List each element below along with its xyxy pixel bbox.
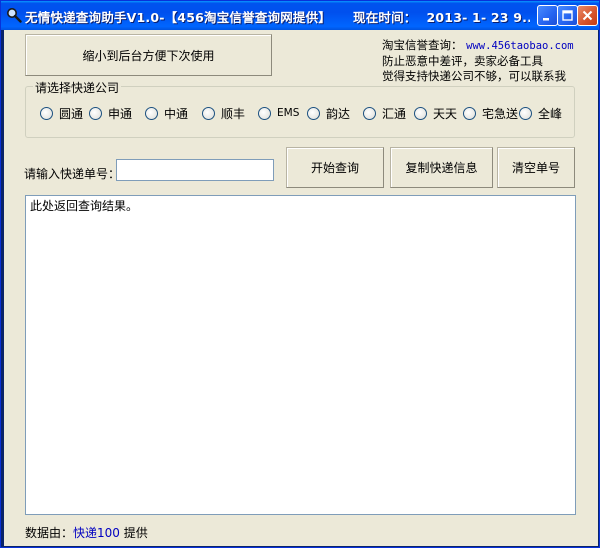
radio-yunda[interactable]: 韵达 [307,105,350,121]
minimize-button[interactable] [537,5,558,26]
promo-line-3: 觉得支持快递公司不够，可以联系我 [382,69,566,83]
radio-huitong[interactable]: 汇通 [363,105,406,121]
radio-button-icon [463,106,476,120]
tracking-number-label: 请输入快递单号： [24,167,121,181]
radio-button-icon [414,106,427,120]
radio-button-icon [258,106,271,120]
radio-yuantong[interactable]: 圆通 [40,105,83,121]
radio-shunfeng[interactable]: 顺丰 [202,105,245,121]
radio-button-icon [40,106,53,120]
clear-number-button[interactable]: 清空单号 [497,147,575,188]
start-query-button[interactable]: 开始查询 [286,147,384,188]
promo-url[interactable]: www.456taobao.com [466,40,573,52]
radio-zhongtong[interactable]: 中通 [145,105,188,121]
close-icon [582,10,593,21]
radio-button-icon [307,106,320,120]
radio-button-icon [519,106,532,120]
radio-button-icon [89,106,102,120]
promo-info: 淘宝信誉查询： www.456taobao.com 防止恶意中差评，卖家必备工具… [382,38,592,84]
window-title: 无情快递查询助手V1.0-【456淘宝信誉查询网提供】 现在时间： 2013- 1-… [25,10,530,25]
app-window: 无情快递查询助手V1.0-【456淘宝信誉查询网提供】 现在时间： 2013- 1-… [0,0,600,548]
tracking-number-input[interactable] [116,159,274,181]
radio-zhaijisong[interactable]: 宅急送 [463,105,518,121]
close-button[interactable] [577,5,598,26]
maximize-icon [562,10,573,21]
title-bar[interactable]: 无情快递查询助手V1.0-【456淘宝信誉查询网提供】 现在时间： 2013- 1-… [1,1,599,30]
radio-shentong[interactable]: 申通 [89,105,132,121]
courier-company-group: 请选择快递公司 圆通 申通 中通 顺丰 EMS 韵达 汇通 天天 宅急送 全峰 [25,79,575,138]
radio-quanfeng[interactable]: 全峰 [519,105,562,121]
radio-button-icon [145,106,158,120]
magnifier-icon [7,8,22,23]
radio-button-icon [363,106,376,120]
maximize-button[interactable] [557,5,578,26]
query-result-textarea[interactable]: 此处返回查询结果。 [25,195,576,515]
promo-line-1: 淘宝信誉查询： www.456taobao.com [382,38,574,52]
promo-line-2: 防止恶意中差评，卖家必备工具 [382,54,543,68]
copy-info-button[interactable]: 复制快递信息 [390,147,493,188]
radio-button-icon [202,106,215,120]
client-area: 缩小到后台方便下次使用 淘宝信誉查询： www.456taobao.com 防止… [4,30,598,546]
courier-group-legend: 请选择快递公司 [33,79,122,96]
kuaidi100-link[interactable]: 快递100 [73,526,120,540]
minimize-icon [543,18,549,21]
radio-tiantian[interactable]: 天天 [414,105,457,121]
radio-ems[interactable]: EMS [258,105,299,121]
result-text: 此处返回查询结果。 [30,199,139,213]
minimize-to-tray-button[interactable]: 缩小到后台方便下次使用 [25,34,272,76]
footer-credit: 数据由：快递100 提供 [25,526,148,540]
